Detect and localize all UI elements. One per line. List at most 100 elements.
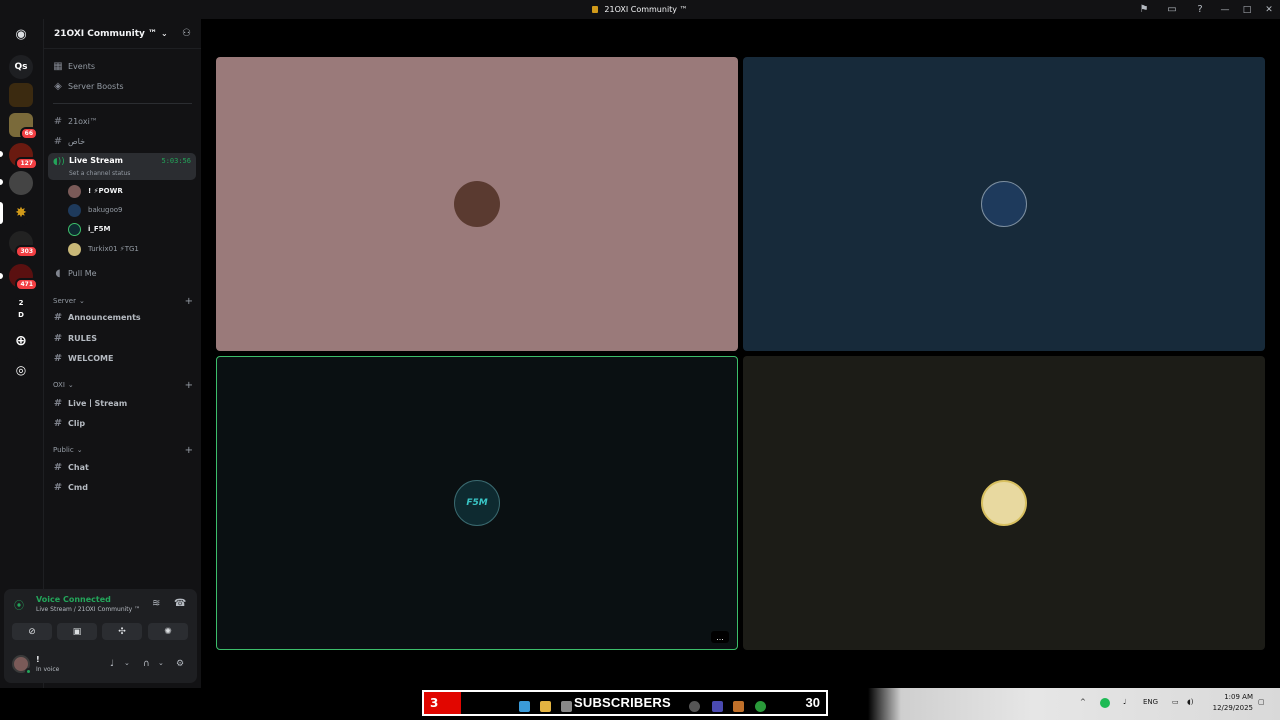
invite-icon[interactable]: ⚇ xyxy=(182,28,191,39)
discover-icon[interactable]: ◎ xyxy=(9,358,33,382)
voice-channel-name: Live Stream xyxy=(69,156,123,165)
chevron-down-icon[interactable]: ⌄ xyxy=(158,659,164,667)
channel-cmd[interactable]: # Cmd xyxy=(48,478,194,496)
subscriber-count: 30 xyxy=(805,695,820,710)
server-icon-5[interactable]: 303 xyxy=(9,231,38,258)
channel-status[interactable]: Set a channel status xyxy=(69,170,130,177)
server-icon-4[interactable] xyxy=(9,171,33,195)
chevron-down-icon: ⌄ xyxy=(78,297,85,305)
voice-user[interactable]: Turkix01 ⚡TG1 xyxy=(68,241,139,257)
dm-shortcut[interactable]: Qs xyxy=(9,55,33,79)
hash-icon: # xyxy=(53,461,63,473)
signal-icon[interactable]: ⦿ xyxy=(14,597,24,612)
participant-tile-speaking[interactable]: F5M ... xyxy=(216,356,738,650)
channel-private[interactable]: # خاص xyxy=(48,132,194,150)
channel-welcome[interactable]: # WELCOME xyxy=(48,349,194,367)
voice-user[interactable]: ! ⚡POWR xyxy=(68,183,123,199)
voice-user[interactable]: bakugoo9 xyxy=(68,202,122,218)
chevron-down-icon: ⌄ xyxy=(161,29,168,38)
screen-share-button[interactable]: ▣ xyxy=(57,623,97,640)
server-boosts-link[interactable]: ◈ Server Boosts xyxy=(48,77,194,95)
voice-connected-title[interactable]: Voice Connected xyxy=(36,595,111,604)
user-name[interactable]: ! xyxy=(36,655,40,664)
notification-icon[interactable]: ▢ xyxy=(1258,698,1265,706)
hash-icon: # xyxy=(53,481,63,493)
soundboard-button[interactable]: ✺ xyxy=(148,623,188,640)
network-icon[interactable]: ▭ xyxy=(1172,698,1179,706)
category-public[interactable]: Public ⌄ + xyxy=(53,444,193,456)
server-folder[interactable]: 2 D xyxy=(9,297,33,321)
clock[interactable]: 1:09 AM 12/29/2025 xyxy=(1209,692,1253,714)
more-options-button[interactable]: ... xyxy=(711,631,729,643)
microphone-icon[interactable]: ♩ xyxy=(1123,698,1126,706)
server-header[interactable]: 21OXI Community ™ ⌄ ⚇ xyxy=(44,19,201,49)
server-icon-current[interactable]: ✸ xyxy=(9,201,33,225)
app-icon[interactable] xyxy=(561,701,572,712)
channel-live-stream-text[interactable]: # Live丨Stream xyxy=(48,394,194,412)
flag-icon[interactable]: ⚑ xyxy=(1130,0,1158,19)
avatar xyxy=(68,242,81,256)
camera-button[interactable]: ⊘ xyxy=(12,623,52,640)
participant-tile[interactable] xyxy=(743,356,1265,650)
server-icon-6[interactable]: 471 xyxy=(9,264,38,291)
category-oxi[interactable]: OXI ⌄ + xyxy=(53,379,193,391)
volume-icon[interactable]: ◖) xyxy=(1187,698,1193,706)
add-server-icon[interactable]: ⊕ xyxy=(9,329,33,353)
add-channel-icon[interactable]: + xyxy=(185,445,193,456)
channel-announcements[interactable]: # Announcements xyxy=(48,308,194,326)
time: 1:09 AM xyxy=(1224,693,1253,701)
speaker-icon: ◖ xyxy=(55,267,61,279)
minimize-button[interactable]: — xyxy=(1214,0,1236,19)
chevron-down-icon[interactable]: ⌄ xyxy=(124,659,130,667)
category-label: OXI xyxy=(53,381,65,389)
channel-chat[interactable]: # Chat xyxy=(48,458,194,476)
close-button[interactable]: ✕ xyxy=(1258,0,1280,19)
xbox-icon[interactable] xyxy=(755,701,766,712)
soundboard-icon: ✺ xyxy=(164,626,172,637)
app-icon[interactable] xyxy=(733,701,744,712)
activities-button[interactable]: ✣ xyxy=(102,623,142,640)
settings-gear-icon[interactable]: ⚙ xyxy=(176,659,184,669)
channel-clip[interactable]: # Clip xyxy=(48,414,194,432)
participant-tile[interactable] xyxy=(743,57,1265,351)
events-label: Events xyxy=(68,61,96,71)
date: 12/29/2025 xyxy=(1212,704,1253,712)
voice-user[interactable]: i_F5M xyxy=(68,221,111,237)
voice-user-name: i_F5M xyxy=(88,225,111,233)
voice-connected-subtitle[interactable]: Live Stream / 21OXI Community ™ xyxy=(36,606,140,613)
maximize-button[interactable]: □ xyxy=(1236,0,1258,19)
app-icon[interactable] xyxy=(712,701,723,712)
disconnect-icon[interactable]: ☎ xyxy=(174,598,186,609)
subscriber-left-number: 3 xyxy=(424,692,461,714)
camera-off-icon: ⊘ xyxy=(28,626,36,637)
server-icon-2[interactable]: 66 xyxy=(9,113,38,140)
server-icon-1[interactable] xyxy=(9,83,33,107)
add-channel-icon[interactable]: + xyxy=(185,296,193,307)
language-indicator[interactable]: ENG xyxy=(1143,698,1158,706)
avatar xyxy=(68,222,81,236)
noise-suppression-icon[interactable]: ≋ xyxy=(152,598,160,609)
participant-tile[interactable] xyxy=(216,57,738,351)
user-status[interactable]: In voice xyxy=(36,666,59,673)
windows-start-icon[interactable] xyxy=(519,701,530,712)
channel-21oxi[interactable]: # 21oxi™ xyxy=(48,112,194,130)
spotify-icon[interactable] xyxy=(1100,698,1110,708)
category-server[interactable]: Server ⌄ + xyxy=(53,295,193,307)
voice-timer: 5:03:56 xyxy=(161,157,191,165)
app-icon[interactable] xyxy=(689,701,700,712)
discord-home-icon[interactable]: ◉ xyxy=(9,22,33,46)
avatar xyxy=(68,184,81,198)
channel-rules[interactable]: # RULES xyxy=(48,329,194,347)
chevron-up-icon[interactable]: ^ xyxy=(1080,698,1086,706)
inbox-icon[interactable]: ▭ xyxy=(1158,0,1186,19)
file-explorer-icon[interactable] xyxy=(540,701,551,712)
add-channel-icon[interactable]: + xyxy=(185,380,193,391)
server-icon-3[interactable]: 127 xyxy=(9,143,38,170)
activities-icon: ✣ xyxy=(118,626,126,637)
help-icon[interactable]: ? xyxy=(1186,0,1214,19)
events-link[interactable]: ▦ Events xyxy=(48,57,194,75)
voice-channel-live-stream[interactable]: ◖)) Live Stream 5:03:56 Set a channel st… xyxy=(48,153,196,180)
headphones-icon[interactable]: ∩ xyxy=(143,659,150,669)
microphone-icon[interactable]: ♩ xyxy=(110,659,114,669)
voice-channel-pull-me[interactable]: ◖ Pull Me xyxy=(48,264,194,282)
